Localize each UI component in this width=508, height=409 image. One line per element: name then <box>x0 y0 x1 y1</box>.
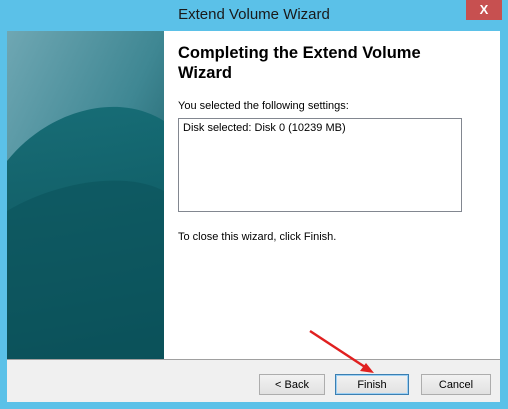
window-title: Extend Volume Wizard <box>178 6 330 23</box>
banner-graphic <box>7 31 164 359</box>
settings-summary-text: Disk selected: Disk 0 (10239 MB) <box>183 122 346 134</box>
arrow-icon <box>309 329 374 373</box>
wizard-window: Extend Volume Wizard X Completing the Ex… <box>0 0 508 409</box>
wizard-content: Completing the Extend Volume Wizard You … <box>164 31 500 359</box>
wizard-client-area: Completing the Extend Volume Wizard You … <box>7 31 500 402</box>
cancel-button[interactable]: Cancel <box>421 374 491 395</box>
wizard-side-banner <box>7 31 164 359</box>
wizard-footer: < Back Finish Cancel <box>7 360 500 402</box>
settings-summary-box[interactable]: Disk selected: Disk 0 (10239 MB) <box>178 118 462 212</box>
settings-intro-label: You selected the following settings: <box>178 100 349 112</box>
page-heading: Completing the Extend Volume Wizard <box>178 44 421 82</box>
closing-instruction: To close this wizard, click Finish. <box>178 231 337 243</box>
title-bar[interactable]: Extend Volume Wizard X <box>0 0 508 30</box>
close-button[interactable]: X <box>466 0 502 20</box>
